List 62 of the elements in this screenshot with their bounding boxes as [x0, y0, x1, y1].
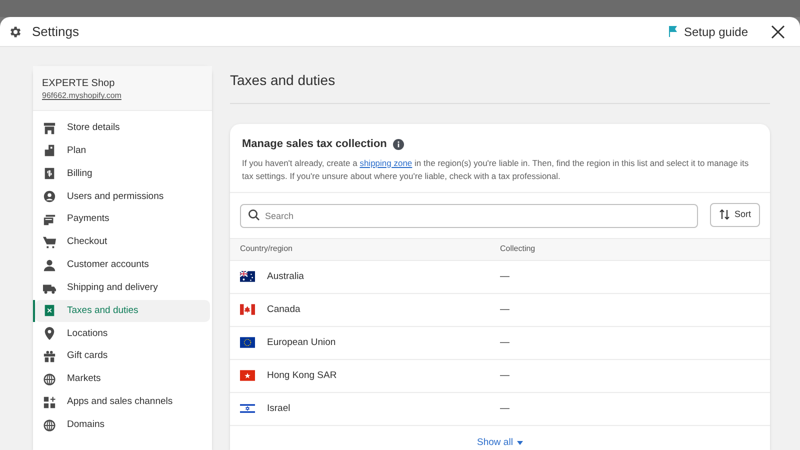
sidebar-item[interactable]: Apps and sales channels: [35, 391, 210, 414]
column-header: Collecting: [500, 243, 536, 256]
settings-icon: [8, 24, 22, 39]
sidebar-item[interactable]: Checkout: [35, 231, 210, 254]
sidebar-item[interactable]: Billing: [35, 162, 210, 185]
page-title: Taxes and duties: [230, 71, 336, 90]
collecting-cell: —: [500, 270, 510, 284]
region-name[interactable]: Hong Kong SAR: [267, 368, 337, 383]
sidebar-item[interactable]: Locations: [35, 322, 210, 345]
sidebar-item[interactable]: Plan: [35, 140, 210, 162]
card-description: If you haven't already, create a shipping zone in the region(s) you're liable in. Then, find the region in this list and select it to manage its tax settings. If you're unsure about where you're liable, check with a tax professional.: [242, 156, 750, 183]
sidebar-item[interactable]: Markets: [35, 368, 210, 390]
sidebar-item[interactable]: Payments: [35, 208, 210, 230]
window-title: Settings: [32, 22, 79, 41]
flag-icon: [240, 403, 255, 414]
search-field[interactable]: Search: [240, 204, 698, 228]
shop-url-link[interactable]: 96f662.myshopify.com: [42, 90, 203, 102]
flag-icon: [240, 271, 255, 282]
shipping-zone-link[interactable]: shipping zone: [360, 158, 412, 168]
region-name[interactable]: Israel: [267, 402, 290, 416]
user-icon: [43, 190, 56, 204]
sidebar-item[interactable]: Taxes and duties: [35, 300, 210, 322]
sort-icon: [719, 209, 730, 220]
pin-icon: [43, 327, 56, 340]
info-icon: [392, 139, 404, 150]
sort-button[interactable]: Sort: [710, 202, 760, 227]
flag-icon: [668, 26, 678, 38]
sidebar-item[interactable]: Gift cards: [35, 346, 210, 368]
person-icon: [43, 258, 56, 272]
flag-icon: [240, 304, 255, 316]
sidebar-item[interactable]: Store details: [35, 117, 210, 140]
store-icon: [43, 122, 56, 135]
billing-icon: [43, 167, 56, 180]
column-header: Country/region: [239, 243, 294, 256]
gift-icon: [43, 350, 56, 364]
show-all-button[interactable]: Show all: [477, 436, 523, 450]
apps-icon: [43, 396, 56, 409]
sidebar-item[interactable]: Domains: [35, 414, 210, 436]
card-title: Manage sales tax collection: [242, 137, 387, 152]
tax-icon: [43, 304, 56, 318]
collecting-cell: —: [500, 368, 510, 383]
search-icon: [248, 208, 260, 221]
close-button[interactable]: [770, 24, 786, 40]
collecting-cell: —: [500, 336, 510, 350]
collecting-cell: —: [500, 302, 510, 317]
sidebar-item[interactable]: Users and permissions: [35, 186, 210, 208]
payments-icon: [43, 212, 56, 226]
cart-icon: [43, 236, 56, 249]
flag-icon: [240, 337, 255, 348]
sidebar-item[interactable]: Shipping and delivery: [35, 277, 210, 299]
region-name[interactable]: Canada: [267, 302, 300, 317]
collecting-cell: —: [500, 402, 510, 416]
setup-guide-button[interactable]: Setup guide: [668, 22, 748, 41]
sidebar-item[interactable]: Customer accounts: [35, 254, 210, 276]
flag-icon: [240, 370, 255, 382]
globe-icon: [43, 372, 56, 386]
globe-icon: [43, 418, 56, 432]
caret-icon: [516, 440, 523, 445]
region-name[interactable]: Australia: [267, 270, 304, 284]
shop-name: EXPERTE Shop: [42, 77, 116, 90]
plan-icon: [43, 144, 56, 158]
region-name[interactable]: European Union: [267, 336, 336, 350]
